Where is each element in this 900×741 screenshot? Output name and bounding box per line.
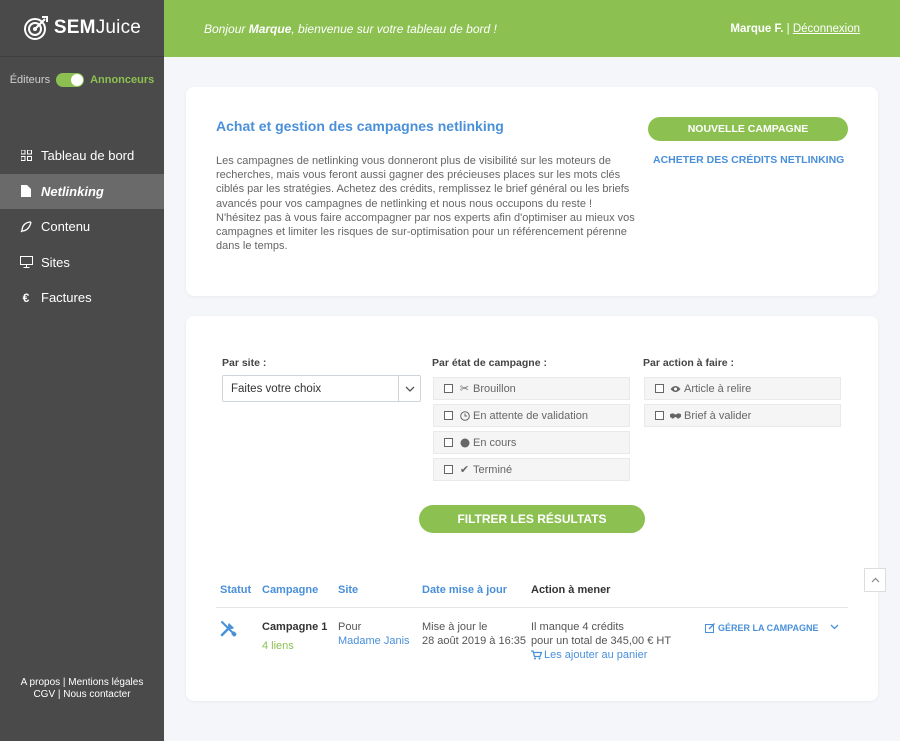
site-filter-label: Par site : <box>222 357 267 369</box>
welcome-name: Marque <box>248 21 292 36</box>
site-select[interactable]: Faites votre choix <box>222 375 421 402</box>
action-checkbox-brief[interactable]: Brief à valider <box>644 404 841 427</box>
status-icon-wrapper <box>220 620 237 641</box>
sidebar-item-content[interactable]: Contenu <box>0 209 164 245</box>
sidebar-item-dashboard[interactable]: Tableau de bord <box>0 138 164 174</box>
target-logo-icon <box>23 16 48 40</box>
sidebar-item-invoices[interactable]: € Factures <box>0 280 164 316</box>
state-checkbox-pending[interactable]: En attente de validation <box>433 404 630 427</box>
campaign-links-count: 4 liens <box>262 640 294 652</box>
filled-circle-icon <box>459 438 470 448</box>
sidebar: SEMJuice Éditeurs Annonceurs Tableau de … <box>0 0 164 741</box>
checkbox[interactable] <box>444 465 453 474</box>
site-prefix: Pour <box>338 621 362 633</box>
state-option-label: Brouillon <box>473 382 516 395</box>
site-cell: Pour Madame Janis <box>338 620 410 648</box>
action-option-label: Brief à valider <box>684 409 752 422</box>
add-to-cart-link[interactable]: Les ajouter au panier <box>531 648 671 662</box>
grid-icon <box>19 150 33 162</box>
chevron-down-icon[interactable] <box>830 622 839 633</box>
user-area: Marque F. | Déconnexion <box>730 22 860 35</box>
sidebar-item-netlinking[interactable]: Netlinking <box>0 173 164 209</box>
handshake-icon <box>670 412 681 420</box>
app-name: SEMJuice <box>53 17 142 38</box>
campaign-name[interactable]: Campagne 1 <box>262 620 327 634</box>
welcome-message: Bonjour Marque, bienvenue sur votre tabl… <box>204 21 497 36</box>
checkbox[interactable] <box>444 384 453 393</box>
sidebar-item-sites[interactable]: Sites <box>0 245 164 281</box>
state-filter-label: Par état de campagne : <box>432 357 547 369</box>
sidebar-item-label: Factures <box>41 290 92 306</box>
page-title: Achat et gestion des campagnes netlinkin… <box>216 118 504 134</box>
state-checkbox-draft[interactable]: ✂ Brouillon <box>433 377 630 400</box>
column-header-action: Action à mener <box>531 584 611 596</box>
tools-status-icon <box>220 621 237 637</box>
logo[interactable]: SEMJuice <box>0 0 164 57</box>
clock-icon <box>459 410 470 421</box>
checkbox[interactable] <box>444 438 453 447</box>
column-header-campaign[interactable]: Campagne <box>262 584 318 596</box>
checkbox[interactable] <box>444 411 453 420</box>
column-header-site[interactable]: Site <box>338 584 358 596</box>
state-option-label: Terminé <box>473 463 513 476</box>
state-checkbox-finished[interactable]: ✔ Terminé <box>433 458 630 481</box>
date-prefix: Mise à jour le <box>422 621 488 633</box>
user-name: Marque F. <box>730 22 784 35</box>
column-header-status[interactable]: Statut <box>220 584 251 596</box>
chevron-up-icon <box>871 577 879 583</box>
action-missing-credits: Il manque 4 crédits <box>531 621 624 633</box>
footer-links-line2[interactable]: CGV | Nous contacter <box>0 689 164 701</box>
chevron-down-icon <box>398 376 420 401</box>
action-cell: Il manque 4 crédits pour un total de 345… <box>531 620 671 662</box>
logout-link[interactable]: Déconnexion <box>793 23 860 35</box>
intro-card: Achat et gestion des campagnes netlinkin… <box>186 87 878 296</box>
euro-icon: € <box>22 290 30 305</box>
column-header-date[interactable]: Date mise à jour <box>422 584 507 596</box>
filter-results-button[interactable]: FILTRER LES RÉSULTATS <box>419 505 645 533</box>
manage-campaign-label: GÉRER LA CAMPAGNE <box>718 623 819 633</box>
date-value: 28 août 2019 à 16:35 <box>422 635 526 647</box>
site-link[interactable]: Madame Janis <box>338 634 410 648</box>
edit-icon <box>705 623 715 633</box>
campaigns-card: Par site : Faites votre choix Par état d… <box>186 316 878 701</box>
sidebar-item-label: Tableau de bord <box>41 148 135 164</box>
state-option-label: En cours <box>473 436 517 449</box>
sidebar-footer: A propos | Mentions légales CGV | Nous c… <box>0 677 164 701</box>
checkmark-icon: ✔ <box>459 464 470 476</box>
sidebar-item-label: Sites <box>41 254 70 270</box>
eye-icon <box>670 385 681 393</box>
sidebar-nav: Tableau de bord Netlinking Contenu Sites… <box>0 138 164 316</box>
cart-icon <box>531 650 542 660</box>
monitor-icon <box>19 256 33 269</box>
checkbox[interactable] <box>655 384 664 393</box>
feather-icon <box>19 221 33 233</box>
role-toggle[interactable] <box>56 73 85 87</box>
date-cell: Mise à jour le 28 août 2019 à 16:35 <box>422 620 526 648</box>
table-divider <box>216 607 848 608</box>
document-icon <box>19 185 33 198</box>
campaign-cell: Campagne 1 4 liens <box>262 620 327 653</box>
tools-icon: ✂ <box>459 383 470 395</box>
add-to-cart-label: Les ajouter au panier <box>544 649 648 661</box>
action-checkbox-review[interactable]: Article à relire <box>644 377 841 400</box>
checkbox[interactable] <box>655 411 664 420</box>
toggle-label-editors: Éditeurs <box>9 74 51 86</box>
toggle-label-advertisers: Annonceurs <box>90 74 155 86</box>
sidebar-item-label: Contenu <box>41 219 91 235</box>
footer-links-line1[interactable]: A propos | Mentions légales <box>0 677 164 689</box>
intro-description: Les campagnes de netlinking vous donnero… <box>216 155 635 253</box>
scroll-to-top-button[interactable] <box>864 568 886 592</box>
new-campaign-button[interactable]: NOUVELLE CAMPAGNE <box>648 117 848 141</box>
action-total: pour un total de 345,00 € HT <box>531 635 672 647</box>
state-checkbox-running[interactable]: En cours <box>433 431 630 454</box>
action-option-label: Article à relire <box>684 382 752 395</box>
manage-campaign-button[interactable]: GÉRER LA CAMPAGNE <box>705 623 819 633</box>
action-filter-label: Par action à faire : <box>643 357 735 369</box>
buy-credits-link[interactable]: ACHETER DES CRÉDITS NETLINKING <box>653 154 844 166</box>
top-bar: Bonjour Marque, bienvenue sur votre tabl… <box>164 0 900 57</box>
state-option-label: En attente de validation <box>473 409 588 422</box>
role-toggle-row: Éditeurs Annonceurs <box>0 73 164 87</box>
sidebar-item-label: Netlinking <box>41 183 104 199</box>
site-select-value: Faites votre choix <box>231 382 322 395</box>
